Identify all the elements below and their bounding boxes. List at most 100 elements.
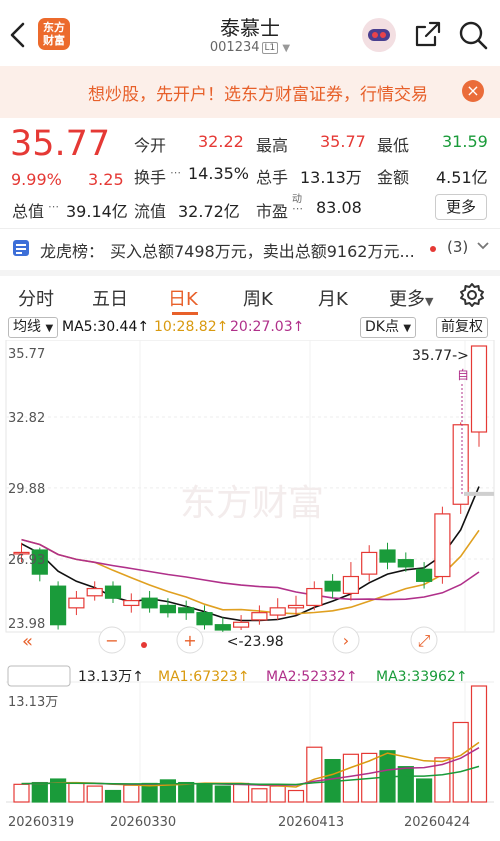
self-select-mark: 自 — [457, 368, 469, 382]
x-tick-label: 20260319 — [8, 815, 74, 830]
chevron-left-icon[interactable] — [6, 20, 34, 50]
volume-bar — [214, 785, 231, 803]
x-tick-label: 20260424 — [404, 815, 470, 830]
candle-body — [379, 549, 396, 563]
stock-code-row[interactable]: 001234 L1 ▼ — [150, 40, 350, 55]
close-icon[interactable]: × — [462, 80, 484, 102]
candle-body — [196, 612, 213, 626]
avatar[interactable] — [362, 18, 396, 52]
x-tick-label: 20260330 — [110, 815, 176, 830]
volume-value: 13.13万↑ — [78, 669, 144, 685]
volume-bar — [123, 784, 140, 803]
amount-value: 4.51亿 — [436, 168, 488, 187]
candle-body — [104, 585, 122, 599]
dragon-tiger-label: 龙虎榜： — [40, 242, 105, 261]
dk-point-label: DK点 — [365, 319, 399, 335]
market-cap-value: 39.14亿 — [66, 202, 128, 221]
chevron-down-icon[interactable] — [476, 236, 490, 260]
next-icon-glyph: › — [343, 631, 349, 650]
info-icon[interactable]: ⋯ — [292, 202, 303, 215]
candle-body — [342, 575, 359, 594]
high-price-label: 35.77-> — [412, 348, 469, 364]
more-button[interactable]: 更多 — [435, 194, 487, 220]
active-tab-indicator — [172, 312, 198, 315]
dragon-tiger-row[interactable]: 龙虎榜： 买入总额7498万元，卖出总额9162万元... (3) — [0, 228, 500, 268]
candle-body — [86, 587, 103, 597]
low-value: 31.59 — [442, 132, 488, 151]
y-tick-label: 32.82 — [8, 411, 45, 426]
tab-weekly-k[interactable]: 周K — [243, 285, 273, 311]
high-label: 最高 — [256, 136, 289, 155]
zoom-out-icon-glyph: − — [105, 631, 118, 650]
candle-body — [324, 580, 341, 592]
tab-more[interactable]: 更多▼ — [389, 285, 433, 311]
volume-bar — [68, 782, 85, 803]
ma10-line — [21, 529, 480, 615]
change-amount: 3.25 — [88, 170, 124, 189]
pe-label[interactable]: 市盈 — [256, 198, 288, 222]
tab-five-day[interactable]: 五日 — [92, 285, 128, 311]
stock-code: 001234 — [209, 40, 260, 55]
volume-select[interactable] — [7, 665, 71, 687]
kline-chart[interactable]: 东方财富 35.77 32.82 29.88 26.93 23.98 35.77-> 自 <-… — [0, 340, 500, 840]
list-icon — [12, 239, 30, 257]
volume-bar — [233, 782, 250, 803]
vma3-value: MA3:33962↑ — [376, 669, 468, 685]
x-tick-label: 20260413 — [278, 815, 344, 830]
volume-label: 总手 — [256, 168, 289, 187]
open-label: 今开 — [134, 136, 167, 155]
tab-intraday[interactable]: 分时 — [18, 285, 54, 311]
tab-daily-k[interactable]: 日K — [168, 285, 198, 311]
gear-icon[interactable] — [458, 281, 486, 309]
candle-body — [178, 607, 195, 614]
unread-dot — [430, 246, 436, 252]
caret-down-icon: ▼ — [403, 323, 412, 334]
share-icon[interactable] — [414, 20, 442, 48]
turnover-label[interactable]: 换手 — [134, 164, 166, 188]
volume-bar — [397, 766, 414, 803]
low-label: 最低 — [377, 136, 410, 155]
tab-monthly-k[interactable]: 月K — [318, 285, 348, 311]
indicator-dot — [141, 642, 147, 648]
float-cap-label: 流值 — [134, 202, 167, 221]
fullscreen-icon-glyph: ⤢ — [418, 631, 431, 650]
candle-body — [49, 585, 67, 626]
dk-point-button[interactable]: DK点 ▼ — [360, 317, 417, 338]
stock-name: 泰慕士 — [220, 16, 280, 40]
candle-body — [159, 604, 176, 614]
candle-body — [434, 513, 451, 578]
app-logo[interactable]: 东方 财富 — [38, 18, 70, 50]
promo-banner[interactable]: 想炒股，先开户！选东方财富证券，行情交易 × — [0, 66, 500, 118]
low-price-label: <-23.98 — [227, 634, 284, 650]
volume-value: 13.13万 — [300, 168, 362, 187]
search-icon[interactable] — [458, 20, 488, 50]
caret-down-icon: ▼ — [425, 295, 434, 308]
candle-body — [233, 621, 250, 628]
candle-body — [214, 624, 231, 631]
volume-bar — [306, 746, 323, 803]
turnover-value: 14.35% — [188, 164, 250, 183]
vma2-value: MA2:52332↑ — [266, 669, 358, 685]
volume-bar — [13, 783, 30, 803]
candle-body — [416, 568, 433, 582]
rewind-icon[interactable]: « — [22, 631, 33, 652]
info-icon[interactable]: ⋯ — [48, 200, 59, 213]
high-value: 35.77 — [320, 132, 366, 151]
last-price: 35.77 — [10, 124, 111, 164]
y-tick-label: 35.77 — [8, 347, 45, 362]
y-tick-label: 29.88 — [8, 482, 45, 497]
float-cap-value: 32.72亿 — [178, 202, 240, 221]
candle-body — [123, 600, 140, 607]
volume-bar — [86, 785, 103, 803]
info-icon[interactable]: ⋯ — [170, 166, 181, 179]
caret-down-icon: ▼ — [45, 323, 54, 334]
ma-select[interactable]: 均线 ▼ — [8, 317, 59, 338]
zoom-in-icon-glyph: + — [183, 631, 196, 650]
candle-body — [68, 597, 85, 609]
candle-body — [470, 345, 488, 433]
price-marker — [464, 491, 494, 496]
y-tick-label: 26.93 — [8, 553, 45, 568]
adjust-button[interactable]: 前复权 — [436, 317, 488, 338]
logo-text-bottom: 财富 — [43, 34, 65, 47]
market-cap-label[interactable]: 总值 — [12, 198, 44, 222]
